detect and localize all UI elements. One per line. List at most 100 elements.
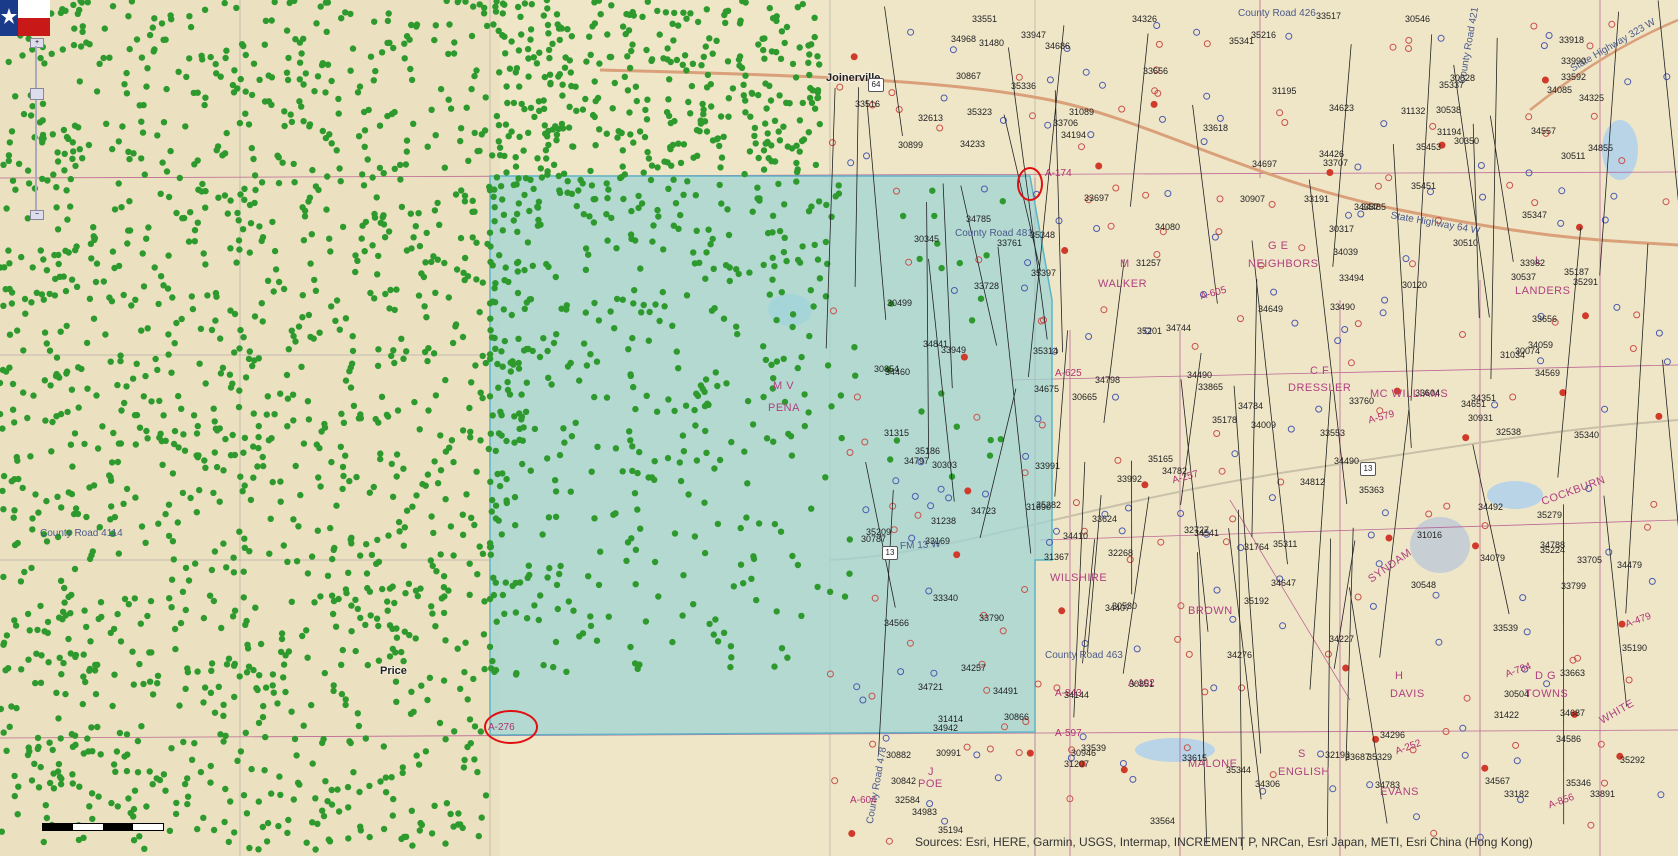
well-marker[interactable] — [502, 121, 510, 128]
well-marker[interactable] — [741, 170, 748, 178]
well-marker[interactable] — [526, 296, 533, 303]
well-marker[interactable] — [204, 292, 211, 299]
well-marker[interactable] — [654, 7, 661, 15]
well-marker[interactable] — [117, 440, 125, 447]
well-marker[interactable] — [725, 231, 733, 239]
well-marker[interactable] — [808, 505, 815, 512]
well-marker[interactable] — [41, 60, 48, 67]
well-marker[interactable] — [667, 144, 674, 151]
well-marker[interactable] — [6, 723, 13, 730]
well-marker[interactable] — [288, 327, 295, 334]
well-marker[interactable] — [554, 605, 561, 613]
well-marker[interactable] — [486, 540, 494, 547]
well-marker[interactable] — [651, 558, 659, 566]
well-marker[interactable] — [184, 800, 191, 808]
well-marker[interactable] — [181, 214, 188, 222]
well-marker[interactable] — [627, 131, 634, 138]
well-marker[interactable] — [147, 597, 155, 605]
dry-hole-marker[interactable] — [1141, 481, 1149, 489]
well-marker[interactable] — [235, 217, 242, 224]
well-marker[interactable] — [375, 622, 382, 630]
well-marker[interactable] — [432, 22, 439, 29]
well-marker[interactable] — [575, 187, 582, 194]
well-marker[interactable] — [215, 683, 222, 690]
well-marker[interactable] — [504, 378, 511, 386]
well-marker[interactable] — [521, 105, 528, 113]
well-marker[interactable] — [177, 619, 185, 627]
well-marker[interactable] — [408, 688, 415, 695]
well-marker[interactable] — [356, 83, 364, 90]
well-marker[interactable] — [503, 475, 510, 483]
well-marker[interactable] — [714, 638, 722, 645]
well-marker[interactable] — [710, 631, 717, 638]
well-marker[interactable] — [775, 180, 782, 188]
well-marker[interactable] — [535, 616, 542, 624]
well-marker[interactable] — [692, 192, 699, 199]
well-marker[interactable] — [515, 47, 523, 54]
well-marker[interactable] — [168, 745, 175, 752]
well-marker[interactable] — [415, 761, 423, 768]
well-marker[interactable] — [411, 398, 418, 406]
well-marker[interactable] — [690, 601, 697, 608]
well-marker[interactable] — [211, 709, 219, 716]
well-marker[interactable] — [648, 162, 656, 169]
well-marker[interactable] — [200, 250, 207, 257]
well-marker[interactable] — [367, 289, 374, 297]
well-marker[interactable] — [986, 452, 994, 459]
well-marker[interactable] — [195, 452, 202, 459]
well-marker[interactable] — [230, 662, 238, 669]
well-marker[interactable] — [306, 194, 314, 201]
well-marker[interactable] — [300, 440, 308, 447]
well-marker[interactable] — [582, 245, 590, 252]
well-marker[interactable] — [255, 846, 262, 853]
well-marker[interactable] — [64, 216, 71, 223]
well-marker[interactable] — [350, 769, 357, 776]
well-marker[interactable] — [311, 599, 318, 606]
well-marker[interactable] — [769, 276, 776, 283]
well-marker[interactable] — [253, 685, 260, 692]
well-marker[interactable] — [483, 22, 491, 30]
well-marker[interactable] — [277, 498, 284, 505]
well-marker[interactable] — [65, 635, 72, 643]
well-marker[interactable] — [6, 260, 13, 267]
well-marker[interactable] — [794, 256, 802, 264]
well-marker[interactable] — [579, 106, 587, 113]
well-marker[interactable] — [181, 447, 189, 454]
well-marker[interactable] — [109, 2, 117, 10]
well-marker[interactable] — [421, 303, 428, 310]
well-marker[interactable] — [767, 97, 775, 104]
well-marker[interactable] — [760, 46, 767, 54]
well-marker[interactable] — [30, 392, 37, 399]
well-marker[interactable] — [846, 570, 853, 577]
well-marker[interactable] — [788, 452, 796, 459]
well-marker[interactable] — [114, 381, 121, 389]
well-marker[interactable] — [424, 143, 431, 150]
well-marker[interactable] — [499, 363, 506, 370]
well-marker[interactable] — [55, 251, 62, 259]
well-marker[interactable] — [235, 403, 243, 411]
well-marker[interactable] — [651, 458, 658, 465]
well-marker[interactable] — [21, 568, 28, 576]
well-marker[interactable] — [699, 100, 706, 108]
well-marker[interactable] — [361, 127, 369, 134]
well-marker[interactable] — [535, 216, 542, 224]
well-marker[interactable] — [679, 432, 687, 439]
well-marker[interactable] — [515, 175, 522, 182]
well-marker[interactable] — [251, 357, 258, 364]
well-marker[interactable] — [499, 591, 507, 599]
well-marker[interactable] — [673, 56, 681, 64]
well-marker[interactable] — [593, 637, 601, 644]
well-marker[interactable] — [535, 98, 543, 105]
well-marker[interactable] — [512, 163, 520, 170]
well-marker[interactable] — [454, 645, 461, 652]
well-marker[interactable] — [521, 191, 528, 199]
well-marker[interactable] — [568, 33, 575, 40]
well-marker[interactable] — [229, 613, 237, 620]
well-marker[interactable] — [342, 315, 350, 322]
well-marker[interactable] — [233, 259, 240, 266]
well-marker[interactable] — [815, 198, 823, 205]
well-marker[interactable] — [292, 462, 299, 470]
well-marker[interactable] — [171, 340, 178, 347]
well-marker[interactable] — [810, 303, 817, 310]
well-marker[interactable] — [724, 58, 732, 65]
